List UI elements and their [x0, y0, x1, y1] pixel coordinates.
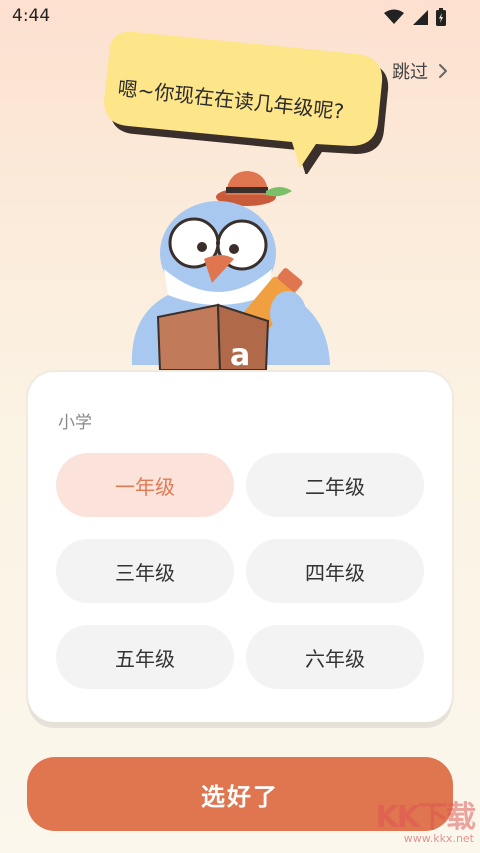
- watermark-logo: KK下载: [375, 800, 477, 835]
- book-icon: a: [156, 303, 270, 373]
- grade-grid: 一年级 二年级 三年级 四年级 五年级 六年级: [56, 453, 424, 689]
- status-time: 4:44: [12, 6, 51, 26]
- grade-option-1[interactable]: 一年级: [56, 453, 234, 517]
- section-label-primary: 小学: [58, 413, 92, 433]
- chevron-right-icon: [439, 64, 447, 78]
- battery-icon: [436, 8, 446, 26]
- grade-option-3[interactable]: 三年级: [56, 539, 234, 603]
- signal-icon: [413, 10, 428, 25]
- grade-option-2[interactable]: 二年级: [246, 453, 424, 517]
- watermark: KK下载 www.kkx.net: [354, 792, 477, 852]
- hat-icon: [216, 171, 292, 206]
- grade-option-5[interactable]: 五年级: [56, 625, 234, 689]
- mascot-illustration: a: [131, 171, 330, 373]
- svg-text:a: a: [230, 338, 250, 373]
- grade-option-4[interactable]: 四年级: [246, 539, 424, 603]
- skip-button[interactable]: 跳过: [392, 58, 448, 84]
- wifi-icon: [384, 9, 404, 24]
- watermark-url: www.kkx.net: [403, 832, 474, 845]
- grade-card: 小学 一年级 二年级 三年级 四年级 五年级 六年级: [28, 372, 452, 722]
- speech-bubble: 嗯~你现在在读几年级呢?: [88, 24, 398, 174]
- grade-option-6[interactable]: 六年级: [246, 625, 424, 689]
